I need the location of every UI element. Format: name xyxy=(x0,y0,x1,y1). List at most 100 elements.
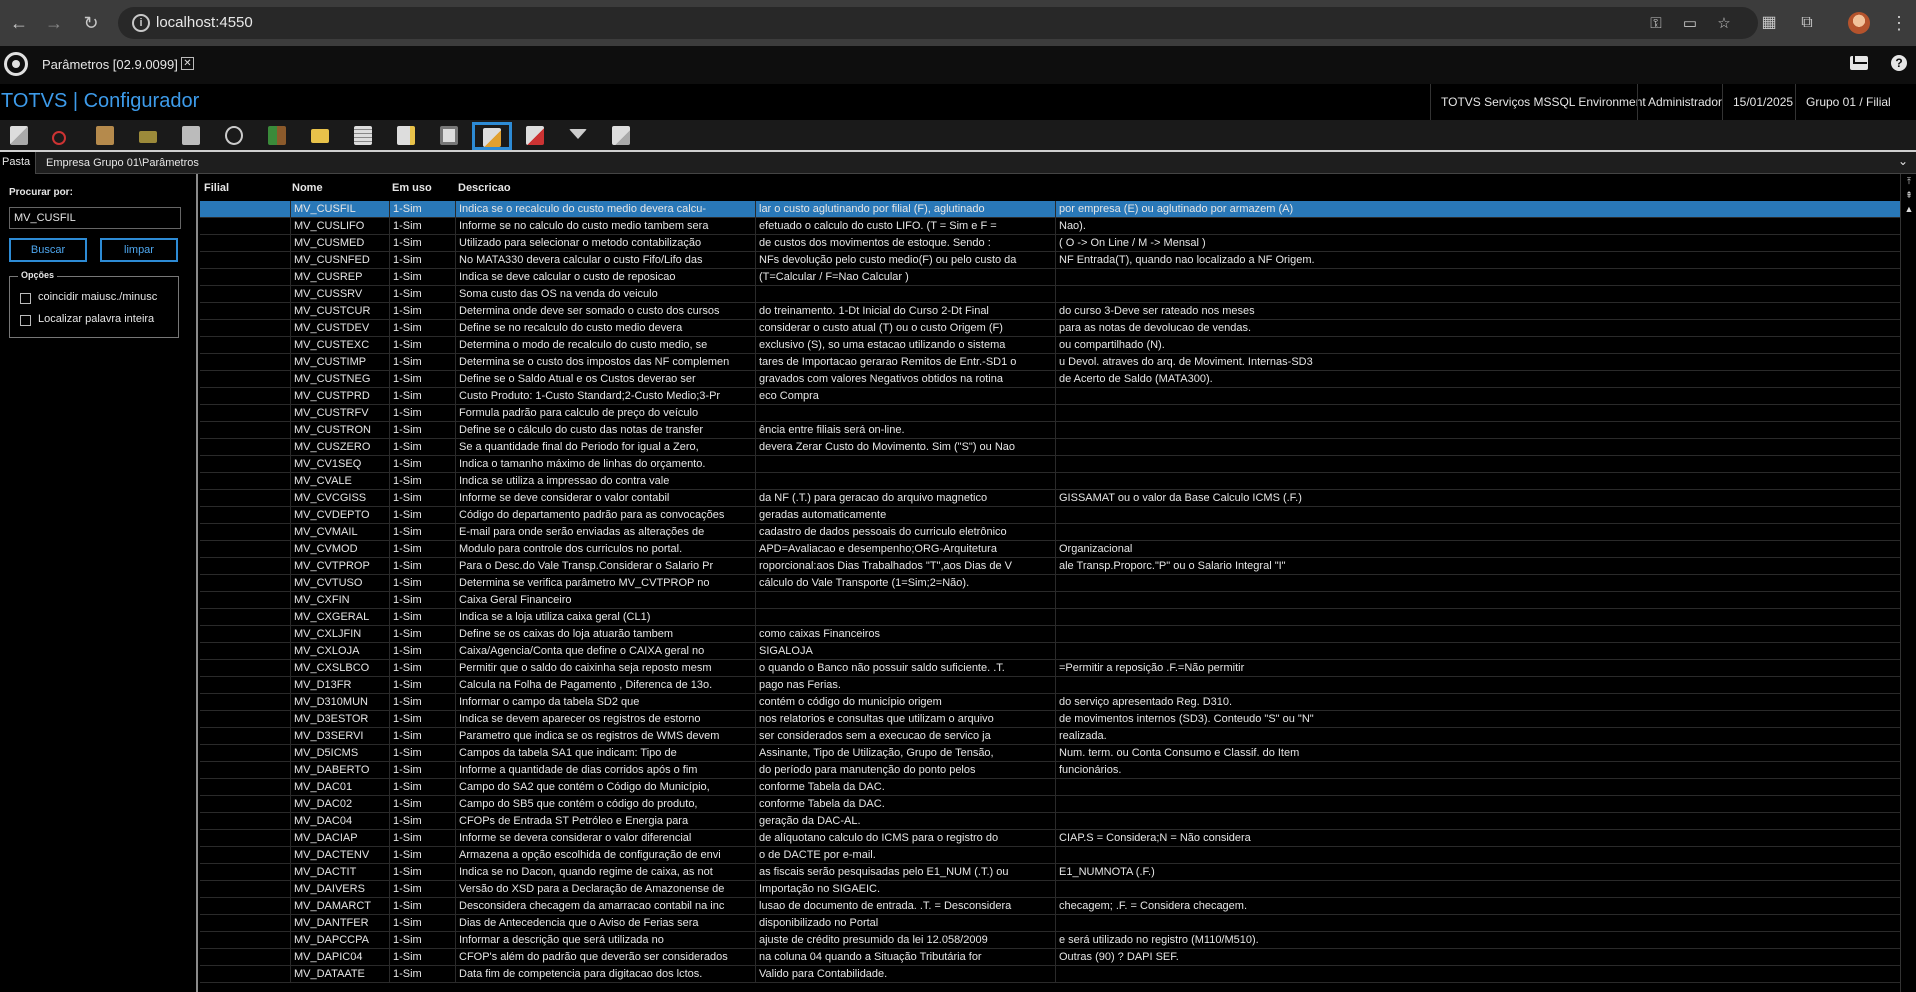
table-cell: MV_DAC02 xyxy=(290,796,389,813)
match-case-checkbox[interactable] xyxy=(20,293,31,304)
table-cell: Calcula na Folha de Pagamento , Diferenc… xyxy=(455,677,755,694)
app-tab-parametros[interactable]: Parâmetros [02.9.0099] xyxy=(42,57,178,72)
scroll-page-up-icon[interactable]: ⇞ xyxy=(1904,190,1914,201)
table-row[interactable]: MV_CUSTCUR 1-Sim Determina onde deve ser s… xyxy=(200,303,1900,320)
table-row[interactable]: MV_CVMOD 1-Sim Modulo para controle dos cu… xyxy=(200,541,1900,558)
table-row[interactable]: MV_CV1SEQ 1-Sim Indica o tamanho máximo de… xyxy=(200,456,1900,473)
table-row[interactable]: MV_DABERTO 1-Sim Informe a quantidade de d… xyxy=(200,762,1900,779)
table-cell xyxy=(1055,677,1900,694)
table-row[interactable]: MV_CUSTRON 1-Sim Define se o cálculo do cu… xyxy=(200,422,1900,439)
cut-button[interactable] xyxy=(48,123,74,149)
table-row[interactable]: MV_CVCGISS 1-Sim Informe se deve considera… xyxy=(200,490,1900,507)
key-icon[interactable]: ⚿ xyxy=(1646,14,1666,34)
table-row[interactable]: MV_CVALE 1-Sim Indica se utiliza a impress… xyxy=(200,473,1900,490)
table-button[interactable] xyxy=(350,123,376,149)
table-row[interactable]: MV_CVMAIL 1-Sim E-mail para onde serão env… xyxy=(200,524,1900,541)
back-icon[interactable]: ← xyxy=(7,11,31,35)
add-file-button[interactable] xyxy=(393,123,419,149)
table-row[interactable]: MV_DAC02 1-Sim Campo do SB5 que contém o c… xyxy=(200,796,1900,813)
table-row[interactable]: MV_D13FR 1-Sim Calcula na Folha de Pagamen… xyxy=(200,677,1900,694)
header-nome[interactable]: Nome xyxy=(292,182,323,194)
table-row[interactable]: MV_DAIVERS 1-Sim Versão do XSD para a Decl… xyxy=(200,881,1900,898)
table-cell xyxy=(200,218,290,235)
paste-button[interactable] xyxy=(92,123,118,149)
book-button[interactable] xyxy=(135,123,161,149)
header-descricao[interactable]: Descricao xyxy=(458,182,511,194)
table-row[interactable]: MV_D3SERVI 1-Sim Parametro que indica se o… xyxy=(200,728,1900,745)
table-row[interactable]: MV_CXLJFIN 1-Sim Define se os caixas do lo… xyxy=(200,626,1900,643)
qr-icon[interactable]: ▦ xyxy=(1758,12,1780,34)
table-row[interactable]: MV_CVTPROP 1-Sim Para o Desc.do Vale Trans… xyxy=(200,558,1900,575)
copy-button[interactable] xyxy=(6,123,32,149)
table-row[interactable]: MV_CUSZERO 1-Sim Se a quantidade final do … xyxy=(200,439,1900,456)
copy-file-button[interactable] xyxy=(608,123,634,149)
table-cell xyxy=(200,949,290,966)
table-row[interactable]: MV_CVDEPTO 1-Sim Código do departamento pa… xyxy=(200,507,1900,524)
site-info-icon[interactable]: i xyxy=(132,14,150,32)
table-row[interactable]: MV_DACIAP 1-Sim Informe se devera consider… xyxy=(200,830,1900,847)
scroll-top-icon[interactable]: ⤒ xyxy=(1904,176,1914,187)
search-input[interactable] xyxy=(9,207,181,229)
install-app-icon[interactable]: ▭ xyxy=(1680,14,1700,34)
delete-button[interactable] xyxy=(522,123,548,149)
table-row[interactable]: MV_CUSTNEG 1-Sim Define se o Saldo Atual e… xyxy=(200,371,1900,388)
bookmark-star-icon[interactable]: ☆ xyxy=(1714,14,1734,34)
table-row[interactable]: MV_DANTFER 1-Sim Dias de Antecedencia que … xyxy=(200,915,1900,932)
app-tab-close-icon[interactable]: ✕ xyxy=(181,57,194,70)
reload-icon[interactable]: ↻ xyxy=(79,11,103,35)
table-row[interactable]: MV_CUSTIMP 1-Sim Determina se o custo dos … xyxy=(200,354,1900,371)
table-row[interactable]: MV_DACTIT 1-Sim Indica se no Dacon, quando… xyxy=(200,864,1900,881)
chevron-down-icon[interactable]: ⌄ xyxy=(1898,154,1908,168)
table-row[interactable]: MV_CUSSRV 1-Sim Soma custo das OS na venda… xyxy=(200,286,1900,303)
preview-button[interactable] xyxy=(436,123,462,149)
table-row[interactable]: MV_DAMARCT 1-Sim Desconsidera checagem da … xyxy=(200,898,1900,915)
extensions-icon[interactable]: ⧉ xyxy=(1796,12,1818,34)
table-row[interactable]: MV_CVTUSO 1-Sim Determina se verifica parâ… xyxy=(200,575,1900,592)
table-row[interactable]: MV_D3ESTOR 1-Sim Indica se devem aparecer … xyxy=(200,711,1900,728)
table-row[interactable]: MV_CUSTPRD 1-Sim Custo Produto: 1-Custo St… xyxy=(200,388,1900,405)
table-row[interactable]: MV_DAPIC04 1-Sim CFOP's além do padrão que… xyxy=(200,949,1900,966)
search-button[interactable]: Buscar xyxy=(9,238,87,262)
table-row[interactable]: MV_DACTENV 1-Sim Armazena a opção escolhid… xyxy=(200,847,1900,864)
table-row[interactable]: MV_CUSTDEV 1-Sim Define se no recalculo do… xyxy=(200,320,1900,337)
table-row[interactable]: MV_CUSFIL 1-Sim Indica se o recalculo do c… xyxy=(200,201,1900,218)
table-row[interactable]: MV_CUSNFED 1-Sim No MATA330 devera calcula… xyxy=(200,252,1900,269)
help-balloon-button[interactable] xyxy=(221,123,247,149)
browser-menu-icon[interactable]: ⋮ xyxy=(1890,12,1908,34)
header-filial[interactable]: Filial xyxy=(204,182,229,194)
table-row[interactable]: MV_CXFIN 1-Sim Caixa Geral Financeiro xyxy=(200,592,1900,609)
table-row[interactable]: MV_DAC01 1-Sim Campo do SA2 que contém o C… xyxy=(200,779,1900,796)
address-bar[interactable]: i localhost:4550 ⚿ ▭ ☆ xyxy=(118,7,1758,39)
table-row[interactable]: MV_CUSTEXC 1-Sim Determina o modo de recal… xyxy=(200,337,1900,354)
exit-button[interactable] xyxy=(264,123,290,149)
table-row[interactable]: MV_CUSMED 1-Sim Utilizado para selecionar … xyxy=(200,235,1900,252)
table-row[interactable]: MV_D310MUN 1-Sim Informar o campo da tabel… xyxy=(200,694,1900,711)
edit-button[interactable] xyxy=(472,122,512,150)
table-row[interactable]: MV_CUSTRFV 1-Sim Formula padrão para calcu… xyxy=(200,405,1900,422)
table-row[interactable]: MV_CUSLIFO 1-Sim Informe se no calculo do … xyxy=(200,218,1900,235)
table-row[interactable]: MV_DAPCCPA 1-Sim Informar a descrição que … xyxy=(200,932,1900,949)
table-row[interactable]: MV_DATAATE 1-Sim Data fim de competencia p… xyxy=(200,966,1900,983)
profile-avatar[interactable] xyxy=(1848,12,1870,34)
help-icon[interactable]: ? xyxy=(1891,55,1907,71)
table-row[interactable]: MV_D5ICMS 1-Sim Campos da tabela SA1 que i… xyxy=(200,745,1900,762)
table-row[interactable]: MV_CXGERAL 1-Sim Indica se a loja utiliza … xyxy=(200,609,1900,626)
filter-button[interactable] xyxy=(565,123,591,149)
tab-pasta[interactable]: Pasta xyxy=(0,152,36,174)
mail-icon[interactable] xyxy=(1850,56,1868,70)
print-button[interactable] xyxy=(178,123,204,149)
scroll-up-icon[interactable]: ▲ xyxy=(1904,204,1914,215)
table-row[interactable]: MV_DAC04 1-Sim CFOPs de Entrada ST Petróle… xyxy=(200,813,1900,830)
table-cell: 1-Sim xyxy=(389,592,455,609)
table-row[interactable]: MV_CXSLBCO 1-Sim Permitir que o saldo do c… xyxy=(200,660,1900,677)
vertical-scrollbar[interactable]: ⤒ ⇞ ▲ xyxy=(1900,174,1916,992)
clear-button[interactable]: limpar xyxy=(100,238,178,262)
whole-word-checkbox[interactable] xyxy=(20,315,31,326)
header-em-uso[interactable]: Em uso xyxy=(392,182,432,194)
table-cell: MV_CVALE xyxy=(290,473,389,490)
table-row[interactable]: MV_CXLOJA 1-Sim Caixa/Agencia/Conta que de… xyxy=(200,643,1900,660)
table-row[interactable]: MV_CUSREP 1-Sim Indica se deve calcular o … xyxy=(200,269,1900,286)
table-cell: efetuado o calculo do custo LIFO. (T = S… xyxy=(755,218,1055,235)
forward-icon[interactable]: → xyxy=(42,11,66,35)
folder-button[interactable] xyxy=(307,123,333,149)
